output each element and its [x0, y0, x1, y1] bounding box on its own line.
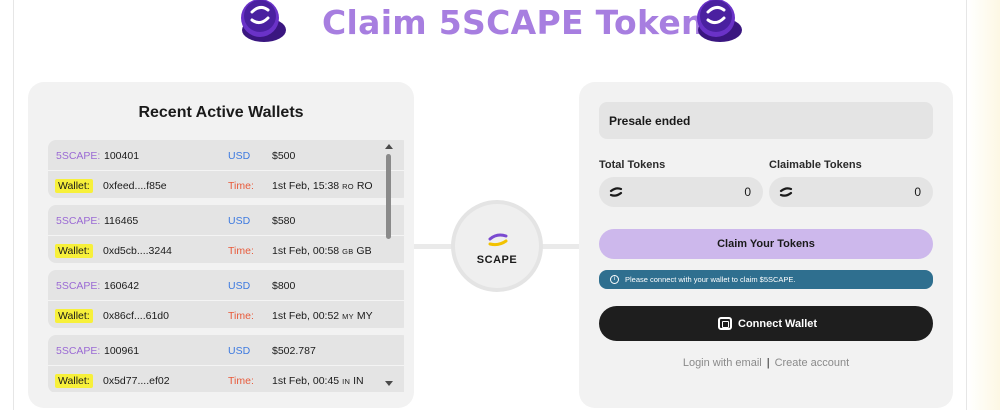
- claimable-tokens-value: 0: [914, 185, 921, 199]
- connector-line: [414, 244, 454, 249]
- create-account-link[interactable]: Create account: [775, 357, 850, 369]
- wallet-entry: 5SCAPE: 160642 USD $800 Wallet: 0x86cf..…: [48, 270, 404, 328]
- token-label: 5SCAPE:: [56, 215, 101, 227]
- wallet-label: Wallet:: [55, 309, 93, 323]
- time-value: 1st Feb, 00:52 MY MY: [272, 310, 373, 322]
- 5scape-token-icon: [609, 187, 623, 197]
- usd-amount: $502.787: [272, 345, 316, 357]
- recent-wallets-title: Recent Active Wallets: [138, 104, 304, 121]
- usd-label: USD: [228, 215, 251, 227]
- connect-wallet-label: Connect Wallet: [738, 318, 818, 330]
- claim-tokens-button[interactable]: Claim Your Tokens: [599, 229, 933, 259]
- country-code: GB: [356, 245, 372, 257]
- total-tokens-field: 0: [599, 177, 763, 207]
- connect-wallet-notice: i Please connect with your wallet to cla…: [599, 270, 933, 289]
- info-icon: i: [610, 275, 619, 284]
- time-value: 1st Feb, 00:45 IN IN: [272, 375, 364, 387]
- token-amount: 116465: [104, 215, 139, 227]
- usd-amount: $800: [272, 280, 296, 292]
- usd-label: USD: [228, 345, 251, 357]
- wallet-icon: [718, 317, 732, 330]
- wallet-address: 0xd5cb....3244: [103, 245, 172, 257]
- token-amount: 100961: [104, 345, 140, 357]
- connect-wallet-notice-text: Please connect with your wallet to claim…: [625, 275, 796, 284]
- recent-wallets-panel: Recent Active Wallets 5SCAPE: 100401 USD…: [28, 82, 414, 408]
- country-flag-code: GB: [342, 247, 354, 256]
- frame-border-left: [13, 0, 14, 410]
- time-label: Time:: [228, 375, 254, 387]
- usd-amount: $580: [272, 215, 296, 227]
- presale-status: Presale ended: [599, 102, 933, 139]
- claimable-tokens-label: Claimable Tokens: [769, 159, 862, 171]
- claim-panel: Presale ended Total Tokens Claimable Tok…: [579, 82, 953, 408]
- wallet-address: 0x86cf....61d0: [103, 310, 169, 322]
- connect-wallet-button[interactable]: Connect Wallet: [599, 306, 933, 341]
- token-amount: 100401: [104, 150, 140, 162]
- token-label: 5SCAPE:: [56, 345, 101, 357]
- scroll-up-arrow-icon[interactable]: [385, 144, 393, 149]
- time-label: Time:: [228, 180, 254, 192]
- 5scape-logo-icon: [488, 233, 508, 247]
- wallet-label: Wallet:: [55, 179, 93, 193]
- time-value: 1st Feb, 15:38 RO RO: [272, 180, 373, 192]
- wallet-address: 0xfeed....f85e: [103, 180, 167, 192]
- 5scape-token-icon: [779, 187, 793, 197]
- wallet-entry: 5SCAPE: 116465 USD $580 Wallet: 0xd5cb..…: [48, 205, 404, 263]
- country-flag-code: MY: [342, 312, 354, 321]
- account-links: Login with email | Create account: [579, 357, 953, 369]
- page-edge-glow: [968, 0, 1000, 410]
- link-separator: |: [766, 357, 770, 369]
- scrollbar-thumb[interactable]: [386, 154, 391, 239]
- page-title: Claim 5SCAPE Token: [322, 3, 705, 42]
- wallet-entry: 5SCAPE: 100961 USD $502.787 Wallet: 0x5d…: [48, 335, 404, 392]
- usd-label: USD: [228, 280, 251, 292]
- time-label: Time:: [228, 245, 254, 257]
- wallet-address: 0x5d77....ef02: [103, 375, 170, 387]
- 5scape-logo-badge: SCAPE: [451, 200, 543, 292]
- token-amount: 160642: [104, 280, 140, 292]
- claimable-tokens-field: 0: [769, 177, 933, 207]
- scroll-down-arrow-icon[interactable]: [385, 381, 393, 386]
- total-tokens-value: 0: [744, 185, 751, 199]
- token-coin-icon: [697, 0, 742, 42]
- frame-border-right: [966, 0, 967, 410]
- usd-amount: $500: [272, 150, 296, 162]
- wallet-list-scrollbar[interactable]: [383, 140, 395, 388]
- wallet-label: Wallet:: [55, 374, 93, 388]
- recent-wallets-list[interactable]: 5SCAPE: 100401 USD $500 Wallet: 0xfeed..…: [48, 140, 404, 392]
- token-label: 5SCAPE:: [56, 280, 101, 292]
- page-header: Claim 5SCAPE Token: [0, 0, 1000, 56]
- wallet-label: Wallet:: [55, 244, 93, 258]
- total-tokens-label: Total Tokens: [599, 159, 666, 171]
- wallet-entry: 5SCAPE: 100401 USD $500 Wallet: 0xfeed..…: [48, 140, 404, 198]
- login-with-email-link[interactable]: Login with email: [683, 357, 762, 369]
- connector-line: [540, 244, 580, 249]
- token-coin-icon: [241, 0, 286, 42]
- country-code: IN: [353, 375, 364, 387]
- token-label: 5SCAPE:: [56, 150, 101, 162]
- badge-text: SCAPE: [476, 254, 518, 266]
- time-label: Time:: [228, 310, 254, 322]
- country-flag-code: IN: [342, 377, 351, 386]
- country-code: MY: [356, 310, 373, 322]
- country-code: RO: [356, 180, 373, 192]
- time-value: 1st Feb, 00:58 GB GB: [272, 245, 372, 257]
- usd-label: USD: [228, 150, 251, 162]
- country-flag-code: RO: [342, 182, 354, 191]
